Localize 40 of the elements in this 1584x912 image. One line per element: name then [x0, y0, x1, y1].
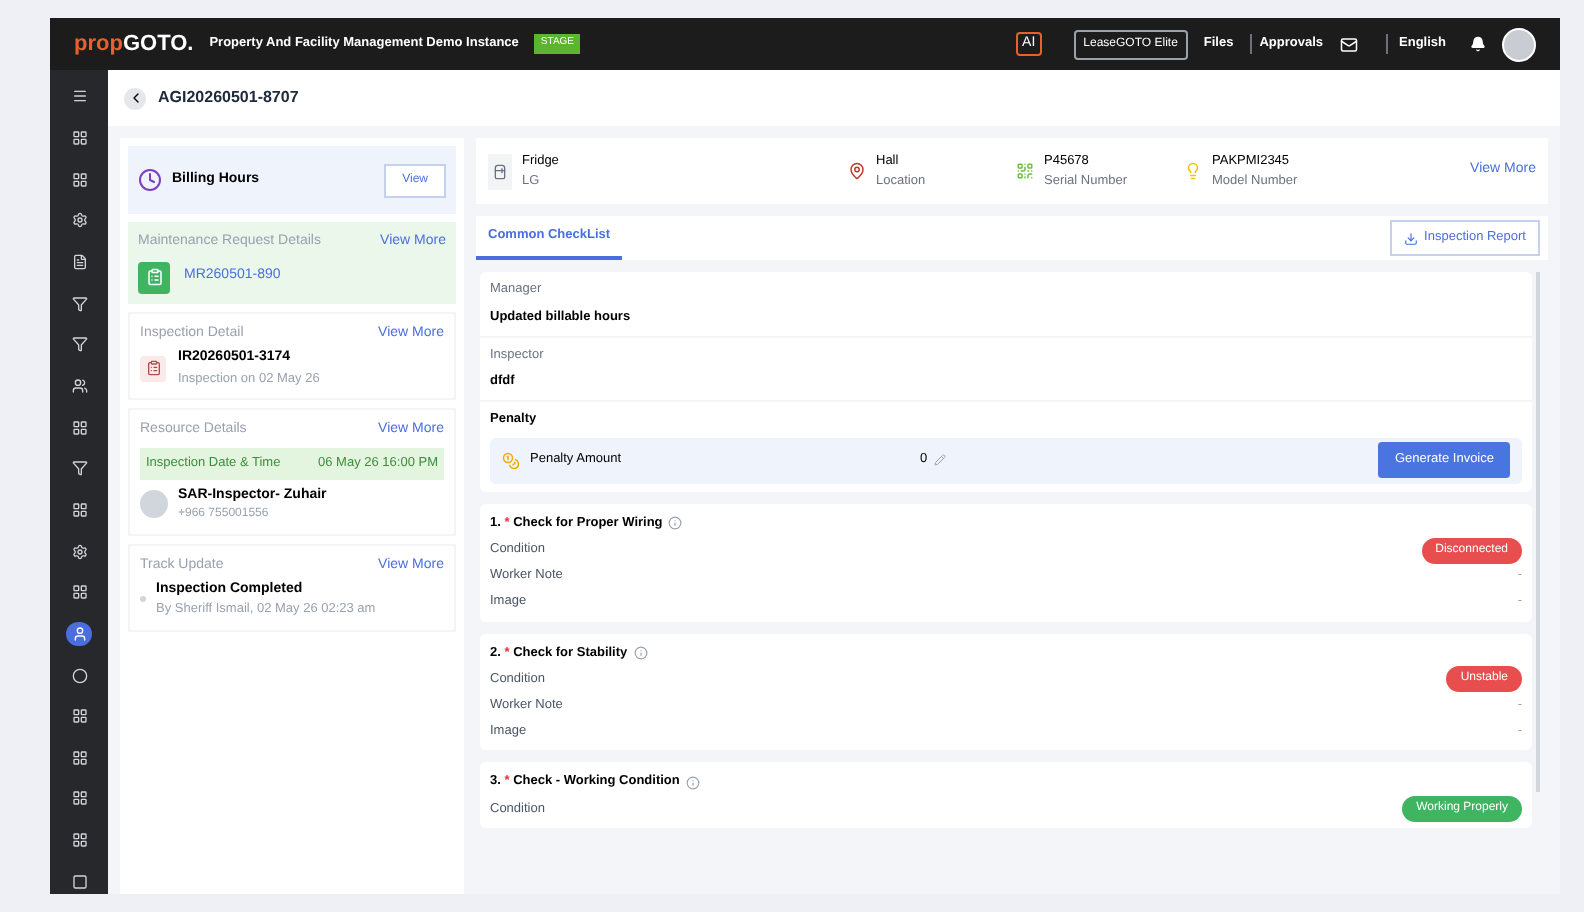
- menu-icon: [71, 88, 87, 105]
- document-icon: [71, 253, 87, 270]
- avatar[interactable]: [1502, 27, 1536, 61]
- square-icon: [71, 873, 87, 890]
- mail-icon[interactable]: [1339, 35, 1358, 53]
- users-icon: [71, 377, 87, 394]
- coins-icon: [502, 451, 520, 470]
- person-icon: [71, 625, 87, 642]
- clipboard-icon: [138, 261, 170, 293]
- notification-icon[interactable]: [1470, 36, 1486, 52]
- back-button[interactable]: [124, 87, 146, 109]
- sidebar-item[interactable]: [66, 621, 92, 647]
- settings-icon: [71, 543, 87, 560]
- avatar: [140, 490, 168, 519]
- filter-icon: [71, 460, 87, 477]
- lightbulb-icon: [1184, 162, 1202, 180]
- filter-icon: [71, 336, 87, 353]
- info-icon[interactable]: [668, 516, 683, 531]
- download-icon: [1404, 231, 1419, 245]
- grid-icon: [71, 129, 87, 146]
- grid-icon: [71, 501, 87, 518]
- grid-icon: [71, 171, 87, 188]
- clock-icon: [138, 168, 162, 192]
- grid-icon: [71, 419, 87, 436]
- grid-icon: [71, 790, 87, 807]
- clipboard-icon: [140, 355, 166, 382]
- grid-icon: [71, 584, 87, 601]
- info-icon[interactable]: [633, 645, 648, 660]
- filter-icon: [71, 295, 87, 312]
- page-title: AGI20260501-8707: [158, 86, 299, 110]
- qr-code-icon: [1016, 162, 1034, 180]
- circle-icon: [71, 667, 87, 684]
- info-icon[interactable]: [685, 775, 700, 790]
- grid-icon: [71, 708, 87, 725]
- fridge-icon: [488, 153, 512, 189]
- grid-icon: [71, 749, 87, 766]
- map-pin-icon: [848, 162, 866, 180]
- grid-icon: [71, 832, 87, 849]
- app-logo[interactable]: propGOTO.: [74, 27, 194, 61]
- settings-icon: [71, 212, 87, 229]
